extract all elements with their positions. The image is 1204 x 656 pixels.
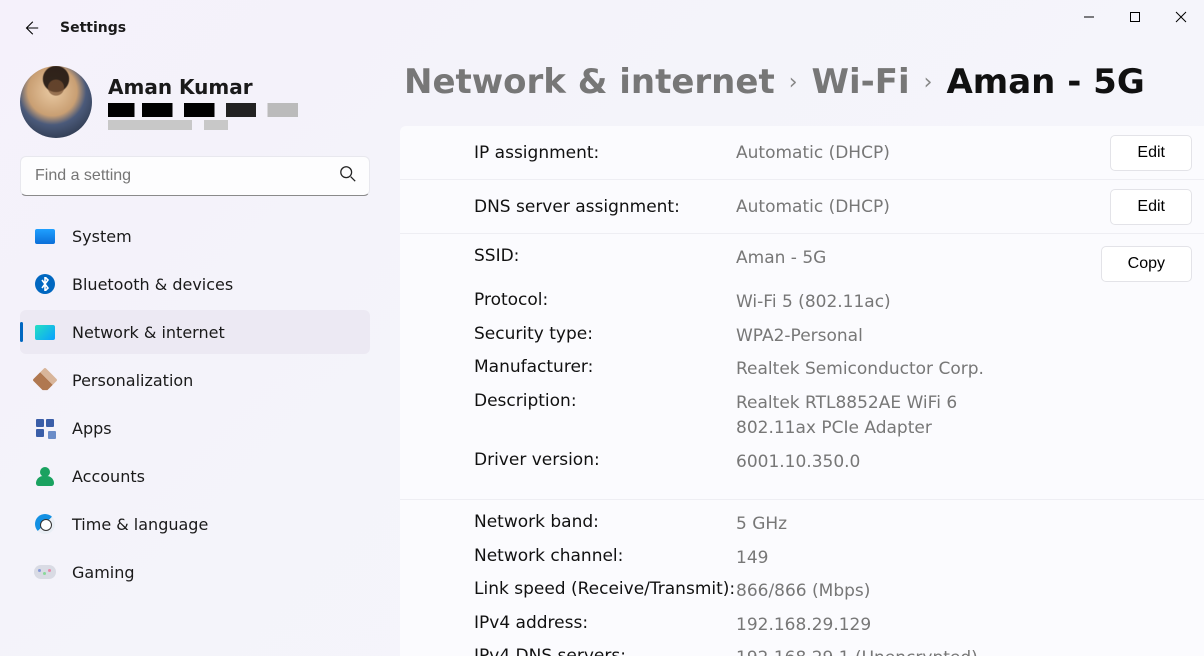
label-manufacturer: Manufacturer:	[474, 357, 736, 383]
chevron-right-icon: ›	[789, 70, 798, 95]
apps-icon	[34, 417, 56, 439]
value-description: Realtek RTL8852AE WiFi 6 802.11ax PCIe A…	[736, 391, 996, 442]
chevron-right-icon: ›	[924, 70, 933, 95]
value-driver: 6001.10.350.0	[736, 450, 1042, 476]
crumb-wifi[interactable]: Wi-Fi	[812, 62, 910, 102]
label-security: Security type:	[474, 324, 736, 350]
search-icon	[339, 165, 357, 187]
crumb-network[interactable]: Network & internet	[404, 62, 775, 102]
breadcrumb: Network & internet › Wi-Fi › Aman - 5G	[400, 54, 1204, 126]
user-name: Aman Kumar	[108, 75, 298, 99]
minimize-button[interactable]	[1066, 0, 1112, 34]
value-manufacturer: Realtek Semiconductor Corp.	[736, 357, 1042, 383]
value-security: WPA2-Personal	[736, 324, 1042, 350]
label-dns-assignment: DNS server assignment:	[474, 191, 736, 223]
monitor-icon	[34, 225, 56, 247]
network-stats-group: Network band: 5 GHz Network channel: 149…	[400, 500, 1204, 656]
gamepad-icon	[34, 561, 56, 583]
sidebar-item-time[interactable]: Time & language	[20, 502, 370, 546]
sidebar-item-label: Network & internet	[72, 323, 225, 342]
bluetooth-icon	[34, 273, 56, 295]
sidebar-item-label: Apps	[72, 419, 112, 438]
back-button[interactable]	[20, 17, 42, 39]
label-driver: Driver version:	[474, 450, 736, 476]
sidebar-item-apps[interactable]: Apps	[20, 406, 370, 450]
value-dns-assignment: Automatic (DHCP)	[736, 197, 1042, 217]
user-block[interactable]: Aman Kumar	[20, 56, 370, 156]
sidebar-item-label: Personalization	[72, 371, 193, 390]
search-box[interactable]	[20, 156, 370, 196]
wifi-details-group: SSID: Aman - 5G Copy Protocol: Wi-Fi 5 (…	[400, 234, 1204, 500]
value-ssid: Aman - 5G	[736, 246, 1042, 282]
label-link-speed: Link speed (Receive/Transmit):	[474, 579, 736, 605]
edit-ip-button[interactable]: Edit	[1110, 135, 1192, 171]
wifi-icon	[34, 321, 56, 343]
clock-globe-icon	[34, 513, 56, 535]
label-band: Network band:	[474, 512, 736, 538]
window-title: Settings	[60, 20, 126, 36]
sidebar-item-label: Gaming	[72, 563, 135, 582]
label-ipv4: IPv4 address:	[474, 613, 736, 639]
value-ipv4: 192.168.29.129	[736, 613, 1042, 639]
avatar	[20, 66, 92, 138]
label-ssid: SSID:	[474, 246, 736, 282]
row-ip-assignment: IP assignment: Automatic (DHCP) Edit	[400, 126, 1204, 180]
sidebar-item-gaming[interactable]: Gaming	[20, 550, 370, 594]
label-ipv4-dns: IPv4 DNS servers:	[474, 646, 736, 656]
value-channel: 149	[736, 546, 1042, 572]
sidebar-item-system[interactable]: System	[20, 214, 370, 258]
maximize-button[interactable]	[1112, 0, 1158, 34]
sidebar-item-network[interactable]: Network & internet	[20, 310, 370, 354]
value-protocol: Wi-Fi 5 (802.11ac)	[736, 290, 1042, 316]
label-protocol: Protocol:	[474, 290, 736, 316]
sidebar-item-label: Time & language	[72, 515, 208, 534]
sidebar-item-label: Accounts	[72, 467, 145, 486]
close-button[interactable]	[1158, 0, 1204, 34]
value-band: 5 GHz	[736, 512, 1042, 538]
value-ip-assignment: Automatic (DHCP)	[736, 143, 1042, 163]
label-ip-assignment: IP assignment:	[474, 137, 736, 169]
value-ipv4-dns: 192.168.29.1 (Unencrypted)	[736, 646, 1042, 656]
person-icon	[34, 465, 56, 487]
copy-button[interactable]: Copy	[1101, 246, 1192, 282]
crumb-current: Aman - 5G	[946, 62, 1144, 102]
sidebar-item-accounts[interactable]: Accounts	[20, 454, 370, 498]
user-email-redacted	[108, 103, 298, 130]
edit-dns-button[interactable]: Edit	[1110, 189, 1192, 225]
sidebar-item-label: System	[72, 227, 132, 246]
sidebar-item-label: Bluetooth & devices	[72, 275, 233, 294]
sidebar-item-bluetooth[interactable]: Bluetooth & devices	[20, 262, 370, 306]
search-input[interactable]	[21, 167, 369, 185]
value-link-speed: 866/866 (Mbps)	[736, 579, 1042, 605]
label-description: Description:	[474, 391, 736, 442]
row-dns-assignment: DNS server assignment: Automatic (DHCP) …	[400, 180, 1204, 234]
sidebar-item-personalization[interactable]: Personalization	[20, 358, 370, 402]
brush-icon	[34, 369, 56, 391]
label-channel: Network channel:	[474, 546, 736, 572]
